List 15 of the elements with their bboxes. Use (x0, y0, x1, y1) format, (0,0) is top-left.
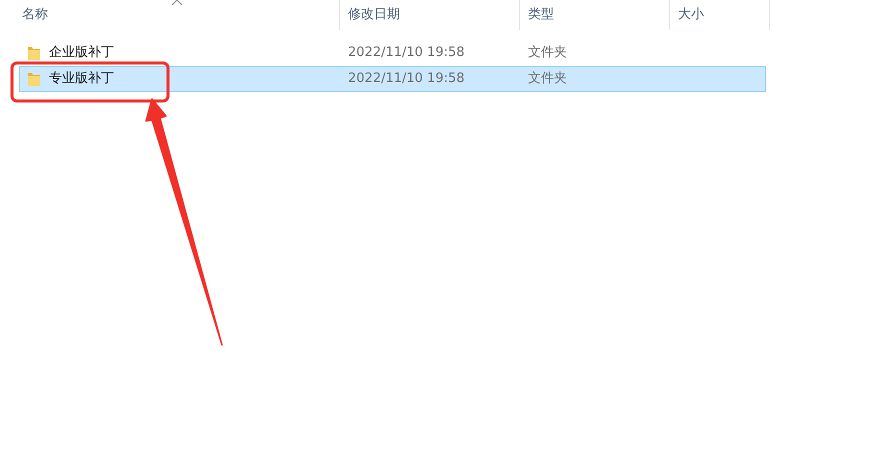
file-name: 企业版补丁 (49, 44, 114, 62)
column-header[interactable]: 名称 (12, 0, 340, 30)
modified-date: 2022/11/10 19:58 (347, 70, 466, 88)
file-row[interactable]: 企业版补丁 2022/11/10 19:58 文件夹 (19, 40, 766, 66)
column-header[interactable]: 修改日期 (340, 0, 520, 30)
folder-icon (27, 45, 41, 61)
file-row[interactable]: 专业版补丁 2022/11/10 19:58 文件夹 (19, 66, 766, 92)
column-header[interactable]: 类型 (520, 0, 670, 30)
file-type: 文件夹 (527, 44, 568, 62)
folder-icon (27, 71, 41, 87)
sort-caret-icon (171, 0, 183, 5)
file-name: 专业版补丁 (49, 70, 114, 88)
modified-date: 2022/11/10 19:58 (347, 44, 466, 62)
file-type: 文件夹 (527, 70, 568, 88)
column-header[interactable]: 大小 (670, 0, 770, 30)
